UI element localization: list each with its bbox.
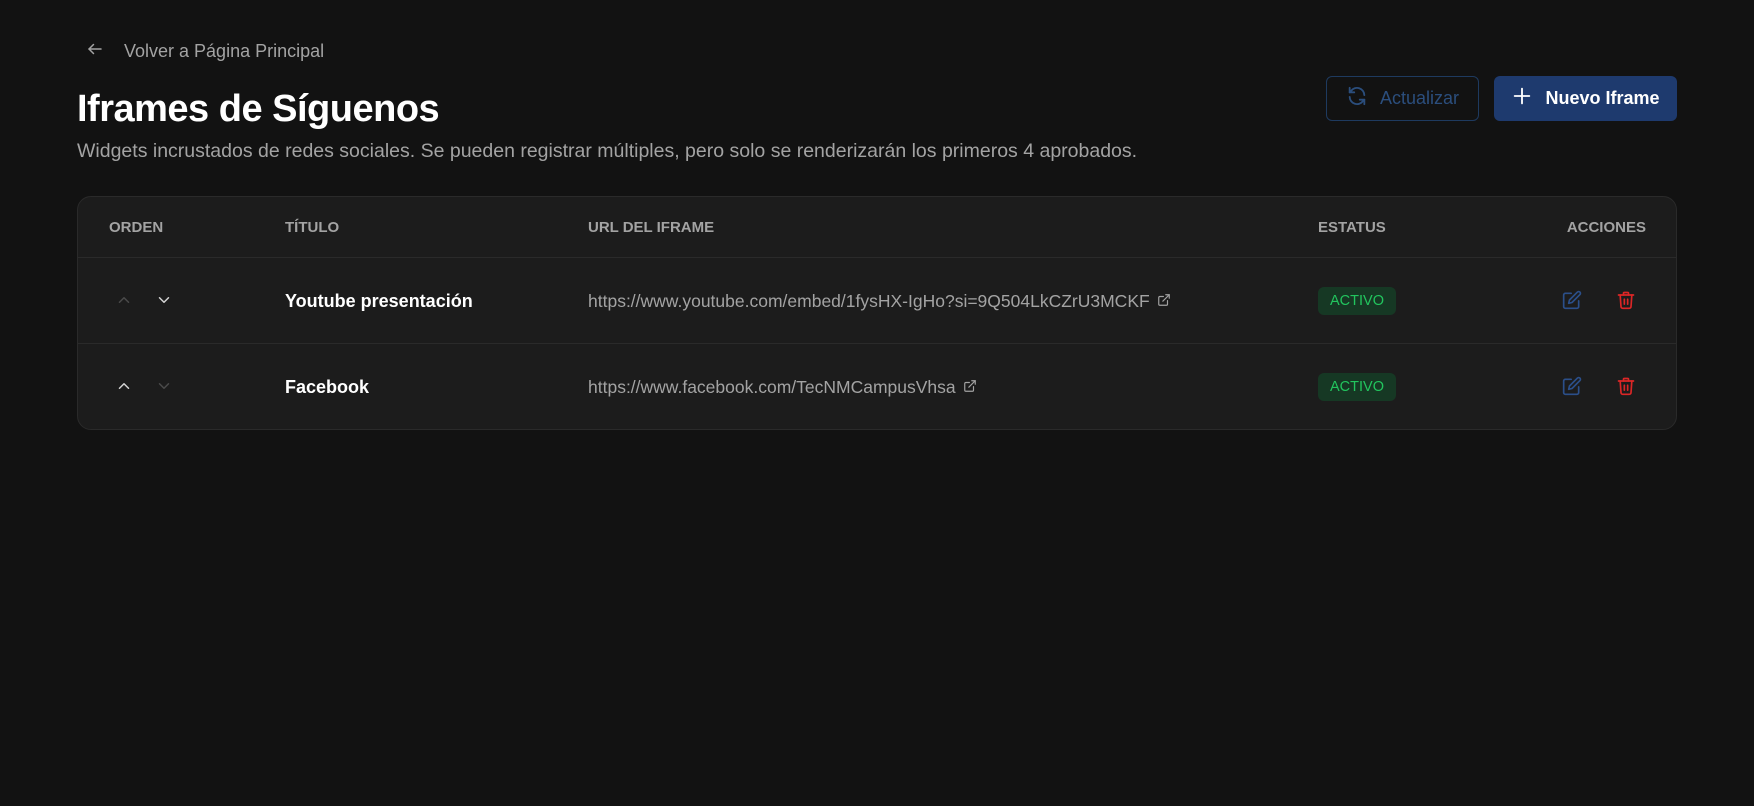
- order-controls: [114, 376, 174, 396]
- external-link-icon: [1157, 291, 1171, 312]
- column-header-titulo: TÍTULO: [285, 219, 340, 236]
- iframe-url-link[interactable]: https://www.facebook.com/TecNMCampusVhsa: [588, 377, 977, 398]
- refresh-button[interactable]: Actualizar: [1326, 76, 1479, 121]
- table-row: Facebook https://www.facebook.com/TecNMC…: [78, 344, 1676, 429]
- external-link-icon: [963, 377, 977, 398]
- iframes-table: ORDEN TÍTULO URL DEL IFRAME ESTATUS ACCI…: [77, 196, 1677, 430]
- status-badge: ACTIVO: [1318, 373, 1396, 401]
- move-up-button[interactable]: [114, 290, 134, 310]
- delete-button[interactable]: [1615, 375, 1637, 397]
- back-link[interactable]: Volver a Página Principal: [86, 40, 324, 63]
- refresh-button-label: Actualizar: [1379, 88, 1460, 108]
- back-link-label: Volver a Página Principal: [124, 41, 325, 61]
- arrow-left-icon: [86, 40, 104, 63]
- move-down-button[interactable]: [154, 290, 174, 310]
- order-controls: [114, 290, 174, 310]
- move-down-button[interactable]: [154, 376, 174, 396]
- edit-icon: [1562, 376, 1582, 396]
- iframe-url: https://www.facebook.com/TecNMCampusVhsa: [588, 377, 956, 397]
- new-iframe-button-label: Nuevo Iframe: [1545, 88, 1660, 108]
- page-subtitle: Widgets incrustados de redes sociales. S…: [77, 140, 1138, 162]
- chevron-down-icon: [158, 297, 170, 303]
- chevron-up-icon: [118, 297, 130, 303]
- chevron-down-icon: [158, 383, 170, 389]
- page-title: Iframes de Síguenos: [77, 88, 440, 130]
- table-header: ORDEN TÍTULO URL DEL IFRAME ESTATUS ACCI…: [78, 197, 1676, 258]
- trash-icon: [1617, 291, 1635, 310]
- column-header-acciones: ACCIONES: [1566, 219, 1646, 236]
- status-badge: ACTIVO: [1318, 287, 1396, 315]
- delete-button[interactable]: [1615, 289, 1637, 311]
- edit-button[interactable]: [1561, 375, 1583, 397]
- row-title: Facebook: [285, 377, 370, 397]
- edit-icon: [1562, 290, 1582, 310]
- column-header-url: URL DEL IFRAME: [588, 219, 715, 236]
- row-title: Youtube presentación: [285, 291, 473, 311]
- trash-icon: [1617, 377, 1635, 396]
- move-up-button[interactable]: [114, 376, 134, 396]
- table-row: Youtube presentación https://www.youtube…: [78, 258, 1676, 344]
- iframe-url-link[interactable]: https://www.youtube.com/embed/1fysHX-IgH…: [588, 291, 1171, 312]
- column-header-orden: ORDEN: [109, 219, 164, 236]
- edit-button[interactable]: [1561, 289, 1583, 311]
- page: Volver a Página Principal Iframes de Síg…: [0, 0, 1754, 806]
- chevron-up-icon: [118, 383, 130, 389]
- plus-icon: [1511, 85, 1533, 112]
- iframe-url: https://www.youtube.com/embed/1fysHX-IgH…: [588, 291, 1150, 311]
- refresh-icon: [1346, 85, 1368, 112]
- column-header-estatus: ESTATUS: [1318, 219, 1386, 236]
- new-iframe-button[interactable]: Nuevo Iframe: [1494, 76, 1677, 121]
